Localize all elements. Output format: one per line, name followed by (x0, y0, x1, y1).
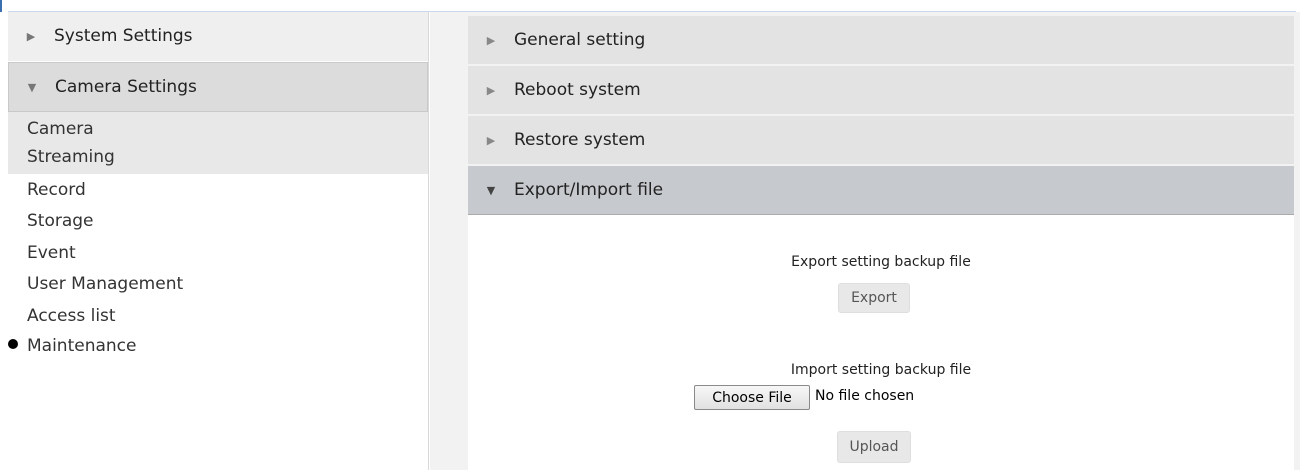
sidebar-item-streaming[interactable]: Streaming (27, 146, 115, 168)
triangle-down-icon: ▼ (486, 183, 496, 197)
sidebar-item-camera[interactable]: Camera (27, 118, 94, 140)
import-label: Import setting backup file (790, 362, 972, 378)
export-button[interactable]: Export (838, 283, 910, 313)
choose-file-button[interactable]: Choose File (694, 385, 810, 410)
sidebar-header-label: System Settings (54, 26, 193, 46)
sidebar-header-label: Camera Settings (55, 77, 197, 97)
upload-button[interactable]: Upload (837, 431, 911, 463)
accordion-label: General setting (514, 30, 646, 50)
accordion-label: Export/Import file (514, 180, 664, 200)
triangle-down-icon: ▼ (27, 80, 37, 94)
accordion-label: Reboot system (514, 80, 641, 100)
sidebar: ▶ System Settings ▼ Camera Settings Came… (8, 12, 429, 470)
file-status-text: No file chosen (815, 388, 915, 404)
sidebar-item-event[interactable]: Event (27, 242, 76, 264)
triangle-right-icon: ▶ (26, 29, 36, 43)
sidebar-item-access-list[interactable]: Access list (27, 305, 116, 327)
accordion-restore-system[interactable]: ▶ Restore system (468, 116, 1294, 164)
triangle-right-icon: ▶ (486, 83, 496, 97)
main-content: ▶ General setting ▶ Reboot system ▶ Rest… (430, 12, 1300, 470)
sidebar-header-system-settings[interactable]: ▶ System Settings (8, 12, 428, 60)
sidebar-item-storage[interactable]: Storage (27, 210, 94, 232)
triangle-right-icon: ▶ (486, 33, 496, 47)
accordion-general-setting[interactable]: ▶ General setting (468, 16, 1294, 64)
corner-accent-mark (0, 0, 2, 12)
sidebar-item-record[interactable]: Record (27, 179, 86, 201)
export-import-panel: Export setting backup file Export Import… (468, 215, 1294, 470)
bullet-icon (8, 339, 18, 349)
sidebar-item-user-management[interactable]: User Management (27, 273, 183, 295)
accordion-export-import-file[interactable]: ▼ Export/Import file (468, 166, 1294, 215)
sidebar-header-camera-settings[interactable]: ▼ Camera Settings (8, 62, 428, 112)
accordion-reboot-system[interactable]: ▶ Reboot system (468, 66, 1294, 114)
triangle-right-icon: ▶ (486, 133, 496, 147)
accordion-label: Restore system (514, 130, 646, 150)
sidebar-item-maintenance[interactable]: Maintenance (27, 335, 136, 357)
export-label: Export setting backup file (791, 254, 971, 270)
